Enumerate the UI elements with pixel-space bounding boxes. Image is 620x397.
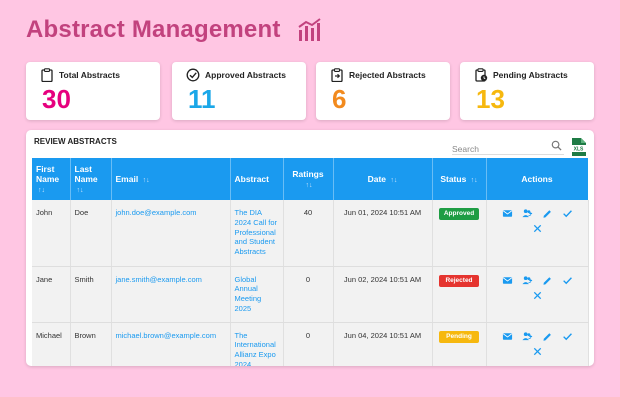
- clipboard-clock-icon: [475, 68, 488, 82]
- card-value: 13: [476, 84, 505, 114]
- column-header-ratings[interactable]: Ratings ↑↓: [283, 158, 334, 200]
- cell-abstract[interactable]: The DIA 2024 Call for Professional and S…: [230, 200, 284, 267]
- clipboard-icon: [41, 68, 53, 82]
- cell-abstract[interactable]: Global Annual Meeting 2025: [230, 266, 284, 323]
- assign-user-icon[interactable]: [521, 331, 533, 342]
- cell-last-name: Smith: [70, 266, 112, 323]
- edit-icon[interactable]: [542, 208, 553, 219]
- clipboard-arrow-icon: [331, 68, 343, 82]
- sort-icon[interactable]: ↑↓: [306, 182, 313, 189]
- status-badge: Pending: [439, 330, 479, 343]
- column-header-actions: Actions: [486, 158, 589, 200]
- review-abstracts-panel: REVIEW ABSTRACTS XLS First Name ↑↓ Last …: [26, 130, 594, 366]
- cell-rating: 0: [283, 322, 334, 366]
- cell-email[interactable]: john.doe@example.com: [111, 200, 231, 267]
- card-value: 30: [42, 84, 71, 114]
- cell-first-name: Michael: [32, 322, 71, 366]
- card-label: Approved Abstracts: [205, 70, 286, 80]
- card-value: 11: [188, 84, 216, 114]
- status-badge: Approved: [439, 208, 479, 221]
- mail-icon[interactable]: [502, 208, 513, 219]
- check-circle-icon: [186, 68, 200, 82]
- column-header-first-name[interactable]: First Name ↑↓: [32, 158, 71, 200]
- cell-last-name: Doe: [70, 200, 112, 267]
- cell-date: Jun 01, 2024 10:51 AM: [333, 200, 433, 267]
- assign-user-icon[interactable]: [521, 275, 533, 286]
- card-label: Rejected Abstracts: [349, 70, 426, 80]
- sort-icon[interactable]: ↑↓: [38, 187, 45, 194]
- cell-first-name: Jane: [32, 266, 71, 323]
- column-header-email[interactable]: Email ↑↓: [111, 158, 231, 200]
- reject-x-icon[interactable]: [532, 223, 543, 234]
- card-label: Total Abstracts: [59, 70, 120, 80]
- summary-cards: Total Abstracts 30 Approved Abstracts 11…: [26, 62, 594, 120]
- page-title: Abstract Management: [26, 16, 281, 43]
- edit-icon[interactable]: [542, 275, 553, 286]
- reject-x-icon[interactable]: [532, 290, 543, 301]
- cell-actions: [486, 266, 589, 323]
- page-header: Abstract Management: [26, 16, 323, 44]
- bar-chart-icon: [297, 18, 321, 41]
- cell-email[interactable]: michael.brown@example.com: [111, 322, 231, 366]
- cell-last-name: Brown: [70, 322, 112, 366]
- card-rejected-abstracts[interactable]: Rejected Abstracts 6: [316, 62, 450, 120]
- sort-icon[interactable]: ↑↓: [471, 177, 478, 184]
- mail-icon[interactable]: [502, 275, 513, 286]
- cell-email[interactable]: jane.smith@example.com: [111, 266, 231, 323]
- card-total-abstracts[interactable]: Total Abstracts 30: [26, 62, 160, 120]
- table-row: John Doe john.doe@example.com The DIA 20…: [32, 200, 589, 267]
- cell-date: Jun 04, 2024 10:51 AM: [333, 322, 433, 366]
- approve-check-icon[interactable]: [562, 331, 573, 342]
- cell-abstract[interactable]: The International Allianz Expo 2024: [230, 322, 284, 366]
- panel-title: REVIEW ABSTRACTS: [34, 137, 117, 146]
- card-label: Pending Abstracts: [493, 70, 568, 80]
- edit-icon[interactable]: [542, 331, 553, 342]
- sort-icon[interactable]: ↑↓: [390, 177, 397, 184]
- card-approved-abstracts[interactable]: Approved Abstracts 11: [172, 62, 306, 120]
- approve-check-icon[interactable]: [562, 275, 573, 286]
- card-value: 6: [332, 84, 347, 114]
- cell-rating: 0: [283, 266, 334, 323]
- approve-check-icon[interactable]: [562, 208, 573, 219]
- cell-actions: [486, 200, 589, 267]
- search-icon[interactable]: [551, 140, 562, 151]
- sort-icon[interactable]: ↑↓: [77, 187, 84, 194]
- table-row: Jane Smith jane.smith@example.com Global…: [32, 266, 589, 323]
- cell-date: Jun 02, 2024 10:51 AM: [333, 266, 433, 323]
- column-header-status[interactable]: Status ↑↓: [432, 158, 487, 200]
- column-header-abstract[interactable]: Abstract: [230, 158, 284, 200]
- sort-icon[interactable]: ↑↓: [143, 177, 150, 184]
- reject-x-icon[interactable]: [532, 346, 543, 357]
- xls-icon[interactable]: XLS: [571, 138, 586, 156]
- mail-icon[interactable]: [502, 331, 513, 342]
- abstracts-table: First Name ↑↓ Last Name ↑↓ Email ↑↓ Abst…: [32, 158, 589, 366]
- svg-text:XLS: XLS: [574, 147, 584, 153]
- column-header-last-name[interactable]: Last Name ↑↓: [70, 158, 112, 200]
- assign-user-icon[interactable]: [521, 208, 533, 219]
- cell-rating: 40: [283, 200, 334, 267]
- column-header-date[interactable]: Date ↑↓: [333, 158, 433, 200]
- cell-first-name: John: [32, 200, 71, 267]
- table-row: Michael Brown michael.brown@example.com …: [32, 322, 589, 366]
- table-header-row: First Name ↑↓ Last Name ↑↓ Email ↑↓ Abst…: [32, 158, 589, 200]
- cell-actions: [486, 322, 589, 366]
- card-pending-abstracts[interactable]: Pending Abstracts 13: [460, 62, 594, 120]
- search-box: [452, 139, 564, 156]
- search-input[interactable]: [452, 142, 546, 156]
- status-badge: Rejected: [439, 274, 479, 287]
